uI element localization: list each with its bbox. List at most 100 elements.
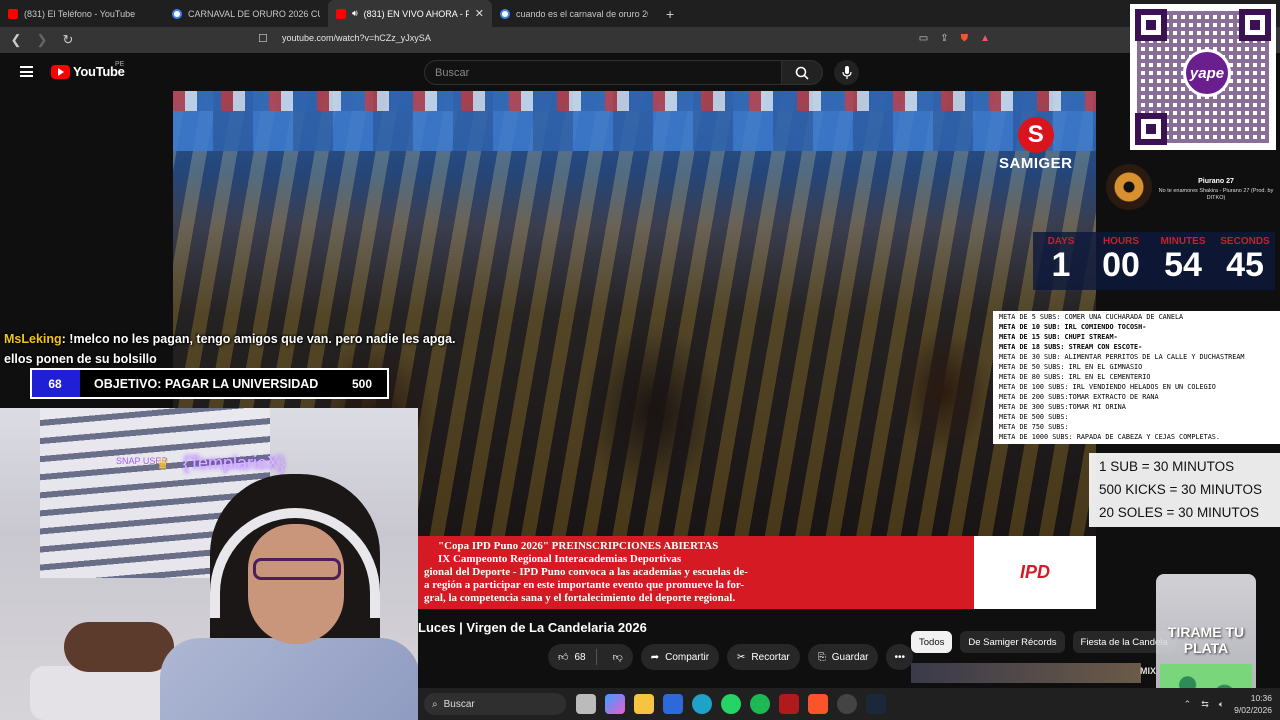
more-actions-button[interactable]: ••• (886, 644, 913, 670)
speaker-icon[interactable]: 🔊︎ (352, 8, 358, 19)
bookmark-icon[interactable]: ☐ (258, 32, 268, 45)
sub-alert-name: {TemplarioX} (183, 453, 286, 473)
rate-line: 500 KICKS = 30 MINUTOS (1099, 482, 1262, 497)
task-view-icon[interactable] (576, 694, 596, 714)
now-playing-widget: Piurano 27 No te enamores Shakira - Piur… (1100, 160, 1280, 216)
sub-goal-item: META DE 1000 SUBS: RAPADA DE CABEZA Y CE… (999, 433, 1220, 441)
goal-current: 68 (48, 376, 62, 391)
voice-search-button[interactable] (834, 60, 859, 85)
clip-button[interactable]: ✂ Recortar (727, 644, 800, 670)
ipd-logo: IPD (974, 536, 1096, 609)
sub-goal-item: META DE 5 SUBS: COMER UNA CUCHARADA DE C… (999, 313, 1184, 321)
video-title: Luces | Virgen de La Candelaria 2026 (418, 620, 647, 635)
browser-tab[interactable]: CARNAVAL DE ORURO 2026 CUANDO (164, 0, 328, 27)
banner-line: a región a participar en este importante… (424, 579, 745, 591)
timer-value: 45 (1226, 246, 1264, 284)
sub-goal-item: META DE 30 SUB: ALIMENTAR PERRITOS DE LA… (999, 353, 1245, 361)
album-art-icon (1106, 164, 1152, 210)
yape-logo: yape (1183, 49, 1231, 97)
chat-message: MsLeking: !melco no les pagan, tengo ami… (4, 329, 484, 369)
back-icon[interactable]: ❮ (8, 32, 24, 48)
goal-bar: 68 OBJETIVO: PAGAR LA UNIVERSIDAD 500 (30, 368, 389, 399)
google-icon (172, 8, 182, 19)
search-input[interactable] (425, 61, 781, 84)
save-label: Guardar (831, 651, 869, 663)
system-tray: ⌃ ⇆ 🔈︎ 10:36 9/02/2026 (1184, 692, 1272, 716)
video-actions: 👍︎ 68 👎︎ ➦ Compartir ✂ Recortar ⎘ Guarda… (548, 644, 913, 670)
scissors-icon: ✂ (737, 651, 746, 663)
spotify-icon[interactable] (750, 694, 770, 714)
network-icon[interactable]: ⇆ (1201, 699, 1209, 710)
channel-watermark: S SAMIGER (999, 117, 1073, 172)
volume-icon[interactable]: 🔈︎ (1219, 699, 1224, 710)
share-icon[interactable]: ⇪ (940, 33, 948, 44)
sub-goal-item: META DE 15 SUB: CHUPI STREAM- (999, 333, 1118, 341)
qr-finder (1135, 9, 1167, 41)
whatsapp-icon[interactable] (721, 694, 741, 714)
mix-label: MIX (1140, 666, 1157, 676)
like-button[interactable]: 👍︎ 68 (548, 649, 597, 665)
timer-value: 54 (1164, 246, 1202, 284)
taskbar-clock[interactable]: 10:36 9/02/2026 (1234, 692, 1272, 716)
chip-samiger[interactable]: De Samiger Récords (960, 631, 1065, 653)
obs-icon[interactable] (837, 694, 857, 714)
youtube-logo[interactable]: YouTube (51, 64, 125, 79)
tip-jar-text: TIRAME TU PLATA (1167, 624, 1245, 656)
sub-goals-list: META DE 5 SUBS: COMER UNA CUCHARADA DE C… (993, 311, 1280, 444)
copilot-icon[interactable] (605, 694, 625, 714)
clock-time: 10:36 (1250, 693, 1272, 703)
browser-tab-active[interactable]: 🔊︎ (831) EN VIVO AHORA - F ✕ (328, 0, 492, 27)
crown-icon: ♛ (156, 456, 170, 473)
subathon-rates: 1 SUB = 30 MINUTOS 500 KICKS = 30 MINUTO… (1089, 453, 1280, 527)
brave-icon[interactable] (808, 694, 828, 714)
browser-tab[interactable]: (831) El Teléfono - YouTube (0, 0, 164, 27)
tab-title: cuando es el carnaval de oruro 2026 (516, 8, 648, 19)
timer-minutes: MINUTES 54 (1155, 232, 1211, 283)
edge-icon[interactable] (692, 694, 712, 714)
browser-tab[interactable]: cuando es el carnaval de oruro 2026 (492, 0, 656, 27)
chat-text: : !melco no les pagan, tengo amigos que … (4, 332, 456, 366)
menu-icon[interactable] (20, 66, 33, 77)
rewards-icon[interactable]: ▲ (980, 33, 990, 44)
chip-all[interactable]: Todos (911, 631, 953, 653)
cast-icon[interactable]: ▭ (919, 33, 928, 44)
save-button[interactable]: ⎘ Guardar (807, 644, 879, 670)
mix-thumbnail[interactable] (911, 663, 1141, 683)
streamer-shirt (160, 638, 418, 720)
bookmark-save-icon: ⎘ (817, 651, 826, 663)
address-bar[interactable]: youtube.com/watch?v=hCZz_yJxySA (282, 33, 431, 43)
search-icon: ⌕ (432, 698, 438, 710)
timer-value: 1 (1051, 246, 1071, 284)
taskbar-search[interactable]: ⌕ Buscar (424, 693, 566, 715)
clock-date: 9/02/2026 (1234, 705, 1272, 715)
tab-title: CARNAVAL DE ORURO 2026 CUANDO (188, 8, 320, 19)
new-tab-button[interactable]: + (656, 6, 684, 22)
file-explorer-icon[interactable] (634, 694, 654, 714)
app-red-icon[interactable] (779, 694, 799, 714)
dislike-button[interactable]: 👎︎ (603, 651, 633, 663)
song-artist: No te enamores Shakira - Piurano 27 (Pro… (1158, 188, 1274, 201)
webcam-dog (64, 622, 174, 672)
goal-label: OBJETIVO: PAGAR LA UNIVERSIDAD (94, 376, 319, 391)
steam-icon[interactable] (866, 694, 886, 714)
sub-goal-item: META DE 18 SUBS: STREAM CON ESCOTE- (999, 343, 1143, 351)
close-tab-icon[interactable]: ✕ (475, 7, 484, 20)
store-icon[interactable] (663, 694, 683, 714)
sub-goal-item: META DE 10 SUB: IRL COMIENDO TOCOSH- (999, 323, 1147, 331)
chat-username: MsLeking (4, 332, 62, 346)
reload-icon[interactable]: ↻ (60, 32, 76, 48)
forward-icon[interactable]: ❯ (34, 32, 50, 48)
brave-shield-icon[interactable]: ⛊ (961, 33, 969, 44)
share-arrow-icon: ➦ (650, 651, 660, 663)
like-dislike-group: 👍︎ 68 👎︎ (548, 644, 633, 670)
browser-tab-strip: (831) El Teléfono - YouTube CARNAVAL DE … (0, 0, 1280, 27)
sub-goal-item: META DE 200 SUBS:TOMAR EXTRACTO DE RANA (999, 393, 1159, 401)
samiger-logo-icon: S (1017, 117, 1054, 153)
chevron-up-icon[interactable]: ⌃ (1184, 699, 1192, 710)
browser-toolbar: ❮ ❯ ↻ ☐ youtube.com/watch?v=hCZz_yJxySA … (0, 27, 1280, 53)
timer-days: DAYS 1 (1033, 232, 1089, 283)
share-button[interactable]: ➦ Compartir (640, 644, 720, 670)
search-button[interactable] (781, 60, 823, 85)
ipd-logo-text: IPD (1019, 562, 1050, 582)
sub-goal-item: META DE 80 SUBS: IRL EN EL CEMENTERIO (999, 373, 1151, 381)
